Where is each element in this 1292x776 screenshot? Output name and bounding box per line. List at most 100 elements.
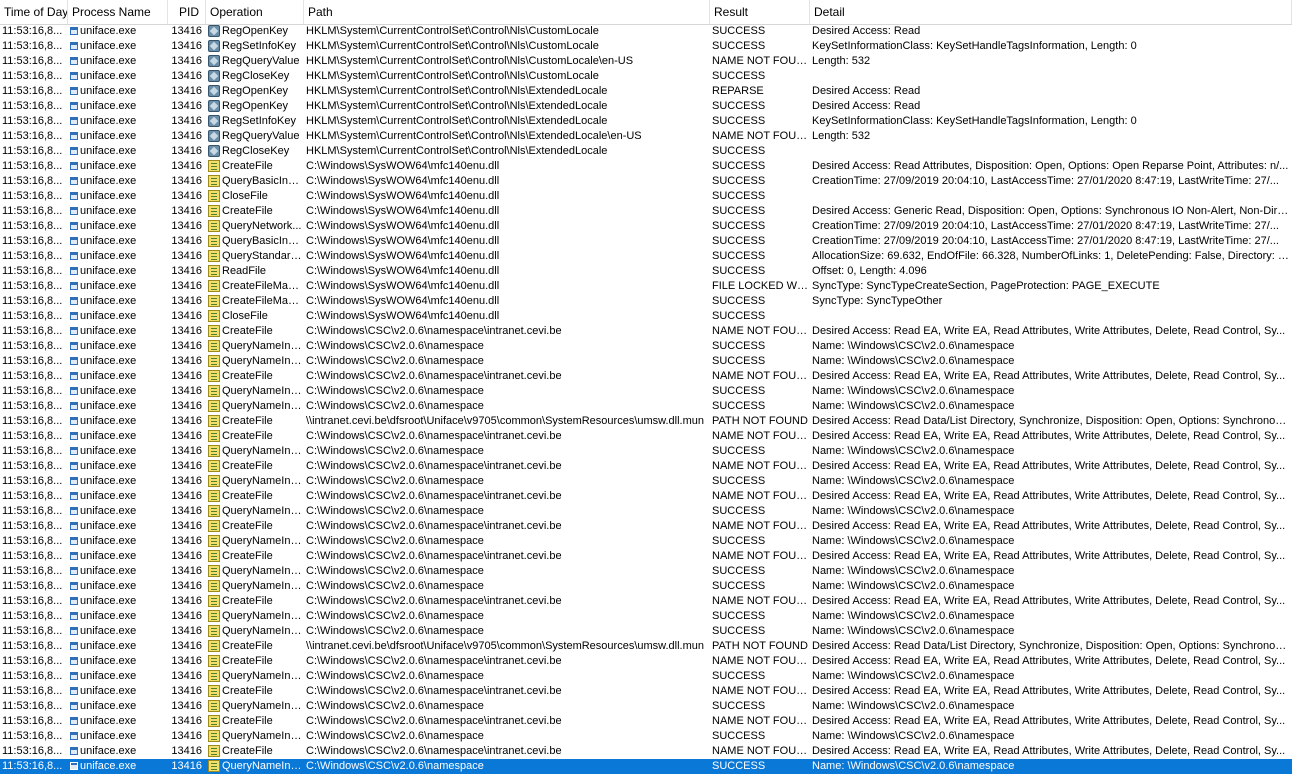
table-row[interactable]: 11:53:16,8... uniface.exe 13416 CreateFile \… <box>0 639 1292 654</box>
table-row[interactable]: 11:53:16,8... uniface.exe 13416 RegCloseKey… <box>0 144 1292 159</box>
path-cell-text: C:\Windows\CSC\v2.0.6\namespace <box>306 580 484 592</box>
detail-cell: Desired Access: Read EA, Write EA, Read … <box>810 459 1292 474</box>
result-cell-text: SUCCESS <box>712 220 766 232</box>
table-row[interactable]: 11:53:16,8... uniface.exe 13416 RegCloseKey… <box>0 69 1292 84</box>
application-window-icon <box>70 162 78 170</box>
path-cell-text: C:\Windows\SysWOW64\mfc140enu.dll <box>306 220 500 232</box>
file-system-icon <box>208 670 220 682</box>
result-cell-text: SUCCESS <box>712 760 766 772</box>
time-cell: 11:53:16,8... <box>0 684 68 699</box>
path-cell-text: C:\Windows\CSC\v2.0.6\namespace\intranet… <box>306 595 562 607</box>
table-row[interactable]: 11:53:16,8... uniface.exe 13416 QueryNameIn… <box>0 669 1292 684</box>
detail-cell: Name: \Windows\CSC\v2.0.6\namespace <box>810 669 1292 684</box>
table-row[interactable]: 11:53:16,8... uniface.exe 13416 QueryNameIn… <box>0 534 1292 549</box>
table-row[interactable]: 11:53:16,8... uniface.exe 13416 CreateFile C… <box>0 549 1292 564</box>
operation-cell-text: QueryBasicInfor... <box>222 235 304 247</box>
result-cell-text: NAME NOT FOUND <box>712 460 810 472</box>
column-header-detail[interactable]: Detail <box>810 0 1292 24</box>
process-cell-text: uniface.exe <box>80 505 137 517</box>
table-row[interactable]: 11:53:16,8... uniface.exe 13416 CreateFile C… <box>0 714 1292 729</box>
table-row[interactable]: 11:53:16,8... uniface.exe 13416 QueryNetwor… <box>0 219 1292 234</box>
table-row[interactable]: 11:53:16,8... uniface.exe 13416 QueryNameIn… <box>0 384 1292 399</box>
table-row[interactable]: 11:53:16,8... uniface.exe 13416 QueryBasicI… <box>0 174 1292 189</box>
table-row[interactable]: 11:53:16,8... uniface.exe 13416 QueryNameIn… <box>0 474 1292 489</box>
table-row[interactable]: 11:53:16,8... uniface.exe 13416 QueryStanda… <box>0 249 1292 264</box>
event-list[interactable]: Time of Day Process Name PID Operation P… <box>0 0 1292 776</box>
result-cell: SUCCESS <box>710 249 810 264</box>
table-row[interactable]: 11:53:16,8... uniface.exe 13416 CreateFile \… <box>0 414 1292 429</box>
table-row[interactable]: 11:53:16,8... uniface.exe 13416 QueryNameIn… <box>0 759 1292 774</box>
table-row[interactable]: 11:53:16,8... uniface.exe 13416 CreateFileM… <box>0 294 1292 309</box>
detail-cell: Length: 532 <box>810 54 1292 69</box>
table-row[interactable]: 11:53:16,8... uniface.exe 13416 QueryNameIn… <box>0 624 1292 639</box>
table-row[interactable]: 11:53:16,8... uniface.exe 13416 QueryNameIn… <box>0 444 1292 459</box>
file-system-icon <box>208 265 220 277</box>
table-row[interactable]: 11:53:16,8... uniface.exe 13416 CreateFile C… <box>0 744 1292 759</box>
time-cell-text: 11:53:16,8... <box>2 325 63 337</box>
process-cell: uniface.exe <box>68 699 168 714</box>
path-cell-text: C:\Windows\SysWOW64\mfc140enu.dll <box>306 265 500 277</box>
path-cell: HKLM\System\CurrentControlSet\Control\Nl… <box>304 114 710 129</box>
table-row[interactable]: 11:53:16,8... uniface.exe 13416 CreateFile C… <box>0 369 1292 384</box>
pid-cell: 13416 <box>168 759 206 774</box>
column-header-time[interactable]: Time of Day <box>0 0 68 24</box>
table-row[interactable]: 11:53:16,8... uniface.exe 13416 CreateFile C… <box>0 654 1292 669</box>
time-cell-text: 11:53:16,8... <box>2 640 63 652</box>
process-cell: uniface.exe <box>68 84 168 99</box>
table-row[interactable]: 11:53:16,8... uniface.exe 13416 CreateFile C… <box>0 204 1292 219</box>
process-cell-text: uniface.exe <box>80 715 137 727</box>
operation-cell: CreateFile <box>206 489 304 504</box>
table-row[interactable]: 11:53:16,8... uniface.exe 13416 QueryNameIn… <box>0 399 1292 414</box>
table-row[interactable]: 11:53:16,8... uniface.exe 13416 CloseFile C:… <box>0 189 1292 204</box>
time-cell: 11:53:16,8... <box>0 654 68 669</box>
table-row[interactable]: 11:53:16,8... uniface.exe 13416 RegQueryVal… <box>0 54 1292 69</box>
table-row[interactable]: 11:53:16,8... uniface.exe 13416 CreateFile C… <box>0 519 1292 534</box>
file-system-icon <box>208 595 220 607</box>
table-row[interactable]: 11:53:16,8... uniface.exe 13416 QueryBasicI… <box>0 234 1292 249</box>
table-row[interactable]: 11:53:16,8... uniface.exe 13416 CreateFile C… <box>0 324 1292 339</box>
column-header-pid[interactable]: PID <box>168 0 206 24</box>
operation-cell-text: CreateFileMapp... <box>222 280 304 292</box>
time-cell: 11:53:16,8... <box>0 219 68 234</box>
table-row[interactable]: 11:53:16,8... uniface.exe 13416 RegOpenKey H… <box>0 84 1292 99</box>
pid-cell-text: 13416 <box>171 385 202 397</box>
table-row[interactable]: 11:53:16,8... uniface.exe 13416 CreateFile C… <box>0 159 1292 174</box>
result-cell: PATH NOT FOUND <box>710 414 810 429</box>
table-row[interactable]: 11:53:16,8... uniface.exe 13416 CreateFile C… <box>0 489 1292 504</box>
table-row[interactable]: 11:53:16,8... uniface.exe 13416 RegQueryVal… <box>0 129 1292 144</box>
table-row[interactable]: 11:53:16,8... uniface.exe 13416 QueryNameIn… <box>0 609 1292 624</box>
pid-cell-text: 13416 <box>171 355 202 367</box>
table-row[interactable]: 11:53:16,8... uniface.exe 13416 QueryNameIn… <box>0 504 1292 519</box>
table-row[interactable]: 11:53:16,8... uniface.exe 13416 QueryNameIn… <box>0 729 1292 744</box>
table-row[interactable]: 11:53:16,8... uniface.exe 13416 RegSetInfoK… <box>0 114 1292 129</box>
column-header-result[interactable]: Result <box>710 0 810 24</box>
process-cell: uniface.exe <box>68 729 168 744</box>
column-header-operation[interactable]: Operation <box>206 0 304 24</box>
table-row[interactable]: 11:53:16,8... uniface.exe 13416 QueryNameIn… <box>0 579 1292 594</box>
operation-cell: CreateFile <box>206 159 304 174</box>
operation-cell-text: CreateFile <box>222 640 273 652</box>
table-row[interactable]: 11:53:16,8... uniface.exe 13416 CreateFile C… <box>0 594 1292 609</box>
table-row[interactable]: 11:53:16,8... uniface.exe 13416 QueryNameIn… <box>0 699 1292 714</box>
table-row[interactable]: 11:53:16,8... uniface.exe 13416 QueryNameIn… <box>0 354 1292 369</box>
column-header-process[interactable]: Process Name <box>68 0 168 24</box>
table-row[interactable]: 11:53:16,8... uniface.exe 13416 CreateFileM… <box>0 279 1292 294</box>
table-row[interactable]: 11:53:16,8... uniface.exe 13416 RegOpenKey H… <box>0 99 1292 114</box>
table-row[interactable]: 11:53:16,8... uniface.exe 13416 QueryNameIn… <box>0 339 1292 354</box>
table-row[interactable]: 11:53:16,8... uniface.exe 13416 CreateFile C… <box>0 429 1292 444</box>
time-cell: 11:53:16,8... <box>0 714 68 729</box>
table-row[interactable]: 11:53:16,8... uniface.exe 13416 RegOpenKey H… <box>0 24 1292 39</box>
table-row[interactable]: 11:53:16,8... uniface.exe 13416 QueryNameIn… <box>0 564 1292 579</box>
column-header-path[interactable]: Path <box>304 0 710 24</box>
operation-cell-text: QueryNameInfo... <box>222 625 304 637</box>
table-row[interactable]: 11:53:16,8... uniface.exe 13416 CreateFile C… <box>0 459 1292 474</box>
table-row[interactable]: 11:53:16,8... uniface.exe 13416 RegSetInfoK… <box>0 39 1292 54</box>
column-header-row: Time of Day Process Name PID Operation P… <box>0 0 1292 25</box>
process-cell-text: uniface.exe <box>80 610 137 622</box>
time-cell: 11:53:16,8... <box>0 744 68 759</box>
detail-cell <box>810 189 1292 204</box>
application-window-icon <box>70 147 78 155</box>
table-row[interactable]: 11:53:16,8... uniface.exe 13416 CreateFile C… <box>0 684 1292 699</box>
table-row[interactable]: 11:53:16,8... uniface.exe 13416 CloseFile C:… <box>0 309 1292 324</box>
table-row[interactable]: 11:53:16,8... uniface.exe 13416 ReadFile C:\… <box>0 264 1292 279</box>
